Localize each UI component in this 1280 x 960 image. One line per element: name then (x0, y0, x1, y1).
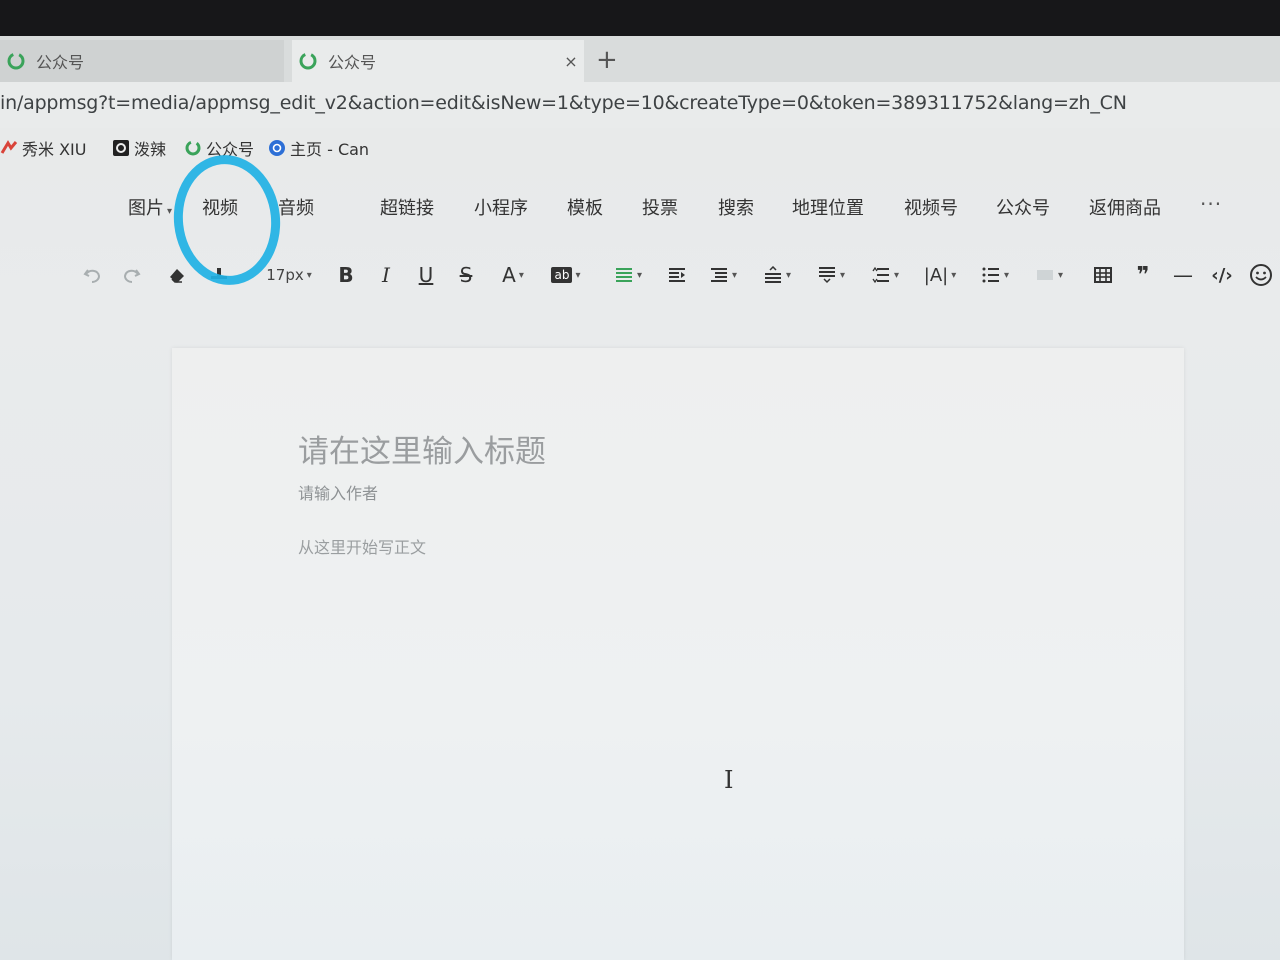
menu-label: 模板 (567, 198, 603, 219)
url-text[interactable]: in/appmsg?t=media/appmsg_edit_v2&action=… (0, 92, 1127, 114)
italic-button[interactable]: I (372, 260, 400, 290)
body-editor[interactable]: 从这里开始写正文 (298, 534, 426, 558)
background-color-button[interactable]: ab ▾ (546, 260, 586, 290)
chevron-down-icon: ▾ (1003, 269, 1010, 281)
menu-label: 投票 (642, 198, 678, 219)
menu-mini-program[interactable]: 小程序 (474, 194, 528, 220)
menu-label: 小程序 (474, 198, 528, 219)
chevron-down-icon: ▾ (951, 269, 957, 281)
menu-image[interactable]: 图片 ▾ (128, 194, 172, 220)
close-tab-icon[interactable]: × (558, 52, 584, 71)
canva-icon (269, 140, 285, 156)
menu-channels[interactable]: 视频号 (904, 194, 958, 220)
chevron-down-icon: ▾ (575, 269, 581, 281)
author-input[interactable]: 请输入作者 (298, 480, 378, 504)
menu-vote[interactable]: 投票 (642, 194, 678, 220)
wechat-mp-icon (7, 52, 25, 70)
menu-affiliate-goods[interactable]: 返佣商品 (1089, 194, 1161, 220)
bookmark-label: 秀米 XIU (22, 140, 87, 159)
new-tab-button[interactable]: + (596, 44, 618, 76)
menu-label: 公众号 (996, 198, 1050, 219)
chevron-down-icon: ▾ (1057, 269, 1064, 281)
tab-title: 公众号 (36, 53, 85, 72)
eraser-icon[interactable] (162, 260, 192, 290)
quote-button[interactable]: ❞ (1128, 260, 1158, 290)
wechat-mp-icon (185, 140, 201, 156)
tab-gongzhonghao-2[interactable]: 公众号 × (292, 40, 584, 82)
tab-title: 公众号 (328, 53, 377, 72)
menu-audio[interactable]: 音频 (278, 194, 314, 220)
font-color-button[interactable]: A ▾ (494, 260, 532, 290)
menu-template[interactable]: 模板 (567, 194, 603, 220)
disabled-style-icon: ▾ (1028, 260, 1070, 290)
xiumi-icon (0, 140, 18, 154)
tab-bar: 公众号 公众号 × + (0, 36, 1280, 82)
line-height-icon[interactable]: ▾ (864, 260, 906, 290)
chevron-down-icon: ▾ (306, 269, 312, 281)
bookmark-label: 泼辣 (134, 140, 167, 159)
spacing-after-icon[interactable]: ▾ (810, 260, 852, 290)
bookmark-canva[interactable]: 主页 - Can (268, 136, 369, 160)
menu-label: 超链接 (380, 198, 434, 219)
menu-label: 视频号 (904, 198, 958, 219)
letter-spacing-label: |A| (923, 264, 949, 286)
menu-label: 音频 (278, 198, 314, 219)
background-color-label: ab (551, 267, 573, 283)
list-icon[interactable]: ▾ (974, 260, 1016, 290)
spacing-before-icon[interactable]: ▾ (756, 260, 798, 290)
font-size-value: 17px (266, 266, 304, 284)
menu-search[interactable]: 搜索 (718, 194, 754, 220)
letter-spacing-button[interactable]: |A| ▾ (918, 260, 962, 290)
menu-location[interactable]: 地理位置 (792, 194, 864, 220)
strikethrough-button[interactable]: S (452, 260, 480, 290)
chevron-down-icon: ▾ (636, 269, 643, 281)
editor-document[interactable]: 请在这里输入标题 请输入作者 从这里开始写正文 I (172, 348, 1184, 960)
chevron-down-icon: ▾ (893, 269, 900, 281)
text-cursor-icon: I (724, 766, 734, 794)
tab-gongzhonghao-1[interactable]: 公众号 (0, 40, 284, 82)
bookmark-pola[interactable]: 泼辣 (112, 136, 166, 160)
bookmark-label: 主页 - Can (290, 140, 370, 159)
chevron-down-icon: ▾ (518, 269, 524, 281)
table-icon[interactable] (1088, 260, 1118, 290)
code-button[interactable]: ‹/› (1206, 260, 1238, 290)
indent-icon[interactable] (662, 260, 692, 290)
chevron-down-icon: ▾ (785, 269, 792, 281)
pola-icon (113, 140, 129, 156)
paragraph-spacing-icon[interactable]: ▾ (702, 260, 744, 290)
underline-button[interactable]: U (412, 260, 440, 290)
bookmark-xiumi[interactable]: 秀米 XIU (0, 136, 86, 160)
align-left-icon[interactable]: ▾ (608, 260, 648, 290)
emoji-icon[interactable] (1246, 260, 1276, 290)
title-input[interactable]: 请在这里输入标题 (298, 426, 546, 471)
font-color-label: A (502, 263, 516, 287)
menu-label: 图片 (128, 198, 164, 219)
menu-official-account[interactable]: 公众号 (996, 194, 1050, 220)
horizontal-rule-button[interactable]: — (1168, 260, 1198, 290)
redo-icon[interactable] (116, 260, 146, 290)
menu-label: 地理位置 (792, 198, 864, 219)
bookmarks-bar: 秀米 XIU 泼辣 公众号 主页 - Can (0, 128, 1280, 166)
menu-label: 搜索 (718, 198, 754, 219)
address-bar[interactable]: in/appmsg?t=media/appmsg_edit_v2&action=… (0, 82, 1280, 128)
chevron-down-icon: ▾ (839, 269, 846, 281)
undo-icon[interactable] (78, 260, 108, 290)
wechat-mp-icon (299, 52, 317, 70)
chevron-down-icon: ▾ (731, 269, 738, 281)
more-menu-button[interactable]: ··· (1200, 192, 1222, 216)
menu-label: 返佣商品 (1089, 198, 1161, 219)
monitor-bezel (0, 0, 1280, 38)
chevron-down-icon: ▾ (167, 206, 173, 217)
menu-hyperlink[interactable]: 超链接 (380, 194, 434, 220)
bold-button[interactable]: B (332, 260, 360, 290)
